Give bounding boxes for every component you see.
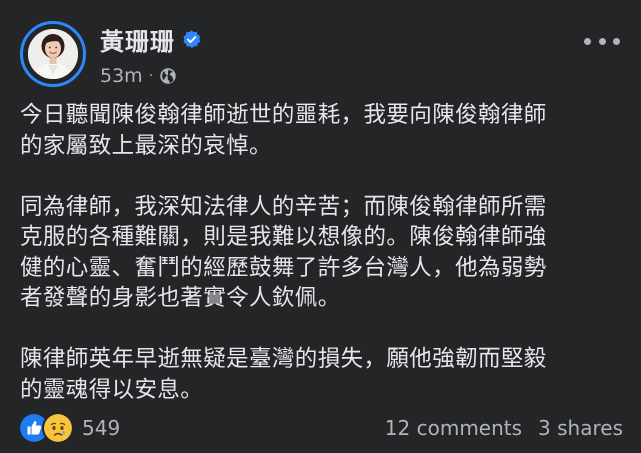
post-line: 的家屬致上最深的哀悼。 (20, 132, 272, 159)
more-options-icon (584, 37, 591, 45)
author-row: 黃珊珊 (100, 22, 202, 57)
verified-badge-icon (183, 29, 201, 48)
meta-separator: · (148, 68, 154, 84)
more-options-button[interactable] (584, 31, 620, 51)
post-header: 黃珊珊 53m · (20, 21, 620, 91)
facebook-post: 黃珊珊 53m · 今日聽聞陳俊翰律師逝世的噩耗，我要向陳俊翰律師 的家屬致上最… (0, 0, 641, 453)
post-paragraph: 今日聽聞陳俊翰律師逝世的噩耗，我要向陳俊翰律師 的家屬致上最深的哀悼。 (20, 100, 628, 161)
post-body: 今日聽聞陳俊翰律師逝世的噩耗，我要向陳俊翰律師 的家屬致上最深的哀悼。 同為律師… (20, 100, 628, 405)
post-line: 的靈魂得以安息。 (20, 376, 204, 403)
post-timestamp[interactable]: 53m (100, 65, 143, 87)
more-options-icon (598, 37, 606, 45)
shares-count-link[interactable]: 3 shares (538, 416, 623, 440)
post-line: 陳律師英年早逝無疑是臺灣的損失，願他強韌而堅毅 (20, 346, 547, 372)
post-line: 健的心靈、奮鬥的經歷鼓舞了許多台灣人，他為弱勢 (20, 254, 547, 281)
post-line: 克服的各種難關，則是我難以想像的。陳俊翰律師強 (20, 224, 547, 250)
post-footer: 549 12 comments 3 shares (18, 408, 623, 446)
reactions-summary[interactable]: 549 (18, 412, 120, 444)
post-line: 今日聽聞陳俊翰律師逝世的噩耗，我要向陳俊翰律師 (20, 102, 547, 128)
more-options-icon (613, 37, 620, 45)
post-paragraph: 同為律師，我深知法律人的辛苦；而陳俊翰律師所需 克服的各種難關，則是我難以想像的… (20, 192, 628, 314)
author-name[interactable]: 黃珊珊 (100, 22, 175, 57)
globe-icon[interactable] (159, 67, 177, 85)
post-line: 者發聲的身影也著實令人欽佩。 (20, 285, 341, 311)
comments-count-link[interactable]: 12 comments (385, 416, 522, 440)
avatar[interactable] (20, 21, 86, 87)
sad-icon (42, 412, 74, 444)
post-paragraph: 陳律師英年早逝無疑是臺灣的損失，願他強韌而堅毅 的靈魂得以安息。 (20, 344, 628, 405)
post-meta: 53m · (100, 63, 177, 89)
engagement-stats: 12 comments 3 shares (385, 412, 623, 444)
avatar-photo (28, 29, 78, 79)
post-line: 同為律師，我深知法律人的辛苦；而陳俊翰律師所需 (20, 193, 547, 220)
reaction-count: 549 (82, 416, 121, 440)
